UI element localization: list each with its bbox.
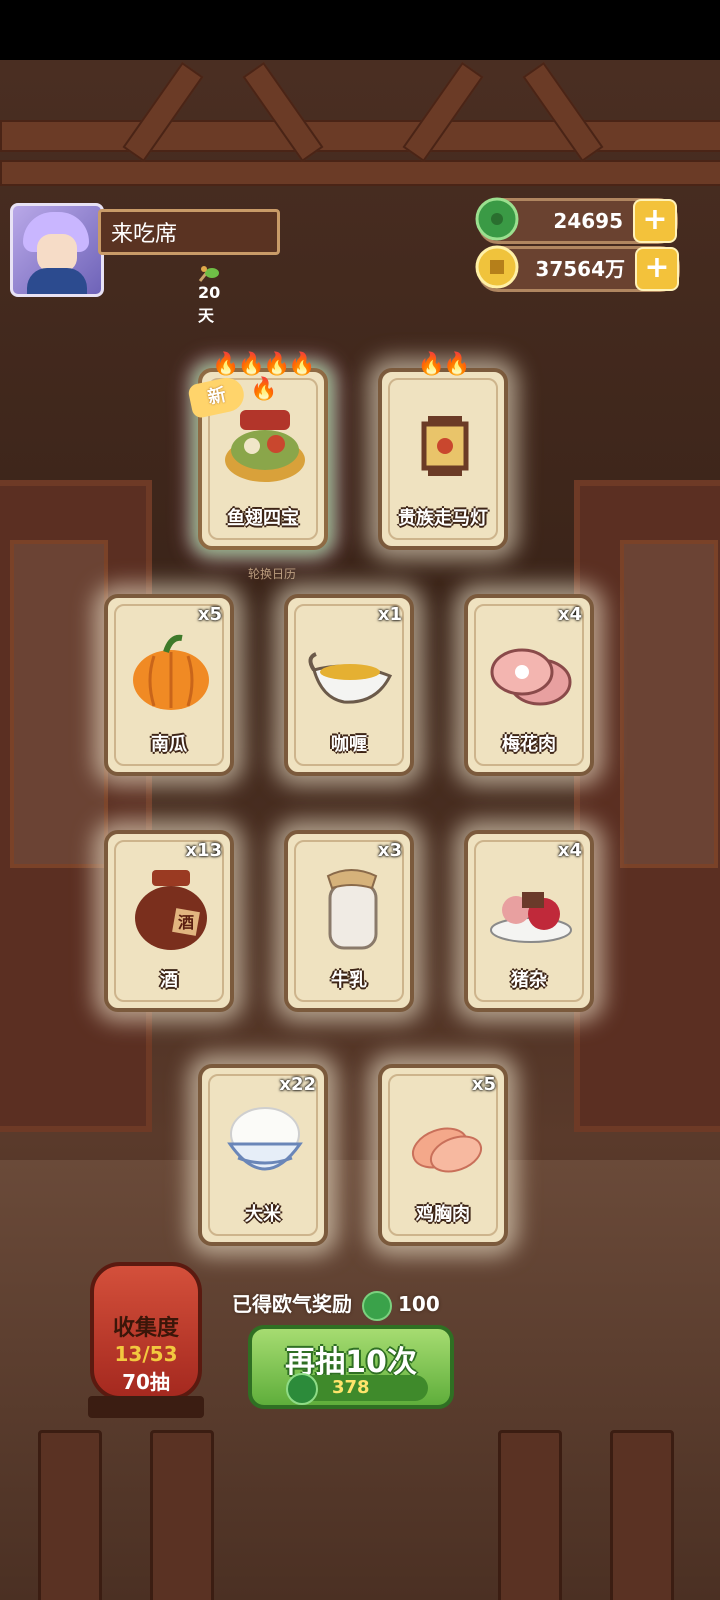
card-quantity: x4 xyxy=(557,840,582,861)
card-label: 酒 xyxy=(160,970,178,991)
ingredient-card-curry[interactable]: x1 咖喱 xyxy=(284,594,414,776)
days-counter: 20天 xyxy=(198,263,226,326)
railing-post xyxy=(150,1430,214,1600)
lantern-icon xyxy=(421,416,469,476)
featured-card-1[interactable]: 🔥🔥🔥🔥🔥 新 鱼翅四宝 xyxy=(187,352,328,550)
ingredient-card-pumpkin[interactable]: x5 南瓜 xyxy=(104,594,234,776)
card-quantity: x4 xyxy=(557,604,582,625)
luck-reward: 已得欧气奖励 100 xyxy=(232,1288,440,1321)
card-quantity: x1 xyxy=(377,604,402,625)
reward-label: 已得欧气奖励 xyxy=(232,1292,352,1316)
rotation-calendar-label: 轮换日历 xyxy=(248,567,297,581)
ingredient-card-rice[interactable]: x22 大米 xyxy=(198,1064,328,1246)
copper-coin-icon xyxy=(475,245,519,289)
right-lattice-window xyxy=(620,540,718,868)
card-label: 南瓜 xyxy=(151,734,187,755)
railing-post xyxy=(498,1430,562,1600)
card-quantity: x5 xyxy=(197,604,222,625)
pumpkin-icon xyxy=(133,634,209,710)
rarity-flames: 🔥🔥 xyxy=(417,352,471,377)
ingredient-card-pork-shoulder[interactable]: x4 梅花肉 xyxy=(464,594,594,776)
wine-jar-icon: 酒 xyxy=(135,870,207,950)
chicken-breast-icon xyxy=(411,1127,483,1173)
card-label: 大米 xyxy=(245,1204,281,1225)
collection-label: 收集度 xyxy=(112,1316,179,1341)
reward-value: 100 xyxy=(398,1292,440,1316)
draw-cost-value: 378 xyxy=(332,1377,370,1398)
jade-coin-icon xyxy=(362,1290,392,1321)
add-copper-button[interactable]: + xyxy=(635,247,679,291)
card-label: 鸡胸肉 xyxy=(416,1204,470,1225)
card-label: 牛乳 xyxy=(331,970,367,991)
avatar[interactable] xyxy=(10,203,104,297)
card-label: 梅花肉 xyxy=(502,734,556,755)
railing-post xyxy=(610,1430,674,1600)
add-jade-button[interactable]: + xyxy=(633,199,677,243)
collection-progress: 13/53 xyxy=(114,1342,178,1366)
ingredient-card-milk[interactable]: x3 牛乳 xyxy=(284,830,414,1012)
card-quantity: x22 xyxy=(279,1074,316,1095)
card-quantity: x13 xyxy=(185,840,222,861)
pork-shoulder-icon xyxy=(490,648,572,706)
copper-value: 37564万 xyxy=(535,257,625,281)
jade-coin-icon xyxy=(475,197,519,241)
draw-cost: 378 xyxy=(286,1373,428,1405)
card-label: 猪杂 xyxy=(511,970,547,991)
card-quantity: x3 xyxy=(377,840,402,861)
card-label: 鱼翅四宝 xyxy=(227,508,299,529)
roof-beam xyxy=(0,160,720,186)
player-name: 来吃席 xyxy=(98,209,280,255)
railing-post xyxy=(38,1430,102,1600)
draw-again-button[interactable]: 再抽10次 378 xyxy=(248,1325,454,1409)
jar-stand xyxy=(88,1396,204,1418)
ingredient-card-wine[interactable]: x13 酒 酒 xyxy=(104,830,234,1012)
draw-count: 70抽 xyxy=(122,1370,170,1394)
copper-resource: 37564万 + xyxy=(475,245,680,292)
jade-value: 24695 xyxy=(553,209,623,233)
ingredient-card-chicken-breast[interactable]: x5 鸡胸肉 xyxy=(378,1064,508,1246)
card-label: 贵族走马灯 xyxy=(398,508,488,529)
days-value: 20天 xyxy=(198,282,221,325)
jade-coin-icon xyxy=(286,1373,318,1405)
left-lattice-window xyxy=(10,540,108,868)
card-quantity: x5 xyxy=(471,1074,496,1095)
jade-resource: 24695 + xyxy=(475,197,678,244)
roof-beam xyxy=(0,120,720,152)
shark-fin-dish-icon xyxy=(225,410,305,482)
status-bar xyxy=(0,0,720,60)
jar-label-text: 酒 xyxy=(178,913,194,932)
rice-bowl-icon xyxy=(227,1107,303,1171)
featured-card-2[interactable]: 🔥🔥 贵族走马灯 xyxy=(378,352,508,550)
milk-jar-icon xyxy=(326,869,378,950)
pork-offal-icon xyxy=(490,892,572,943)
collection-progress-jar[interactable]: 收集度 13/53 70抽 xyxy=(90,1262,202,1400)
sprout-icon xyxy=(198,265,219,282)
curry-gravy-boat-icon xyxy=(308,652,393,704)
card-label: 咖喱 xyxy=(331,734,367,755)
ingredient-card-offal[interactable]: x4 猪杂 xyxy=(464,830,594,1012)
